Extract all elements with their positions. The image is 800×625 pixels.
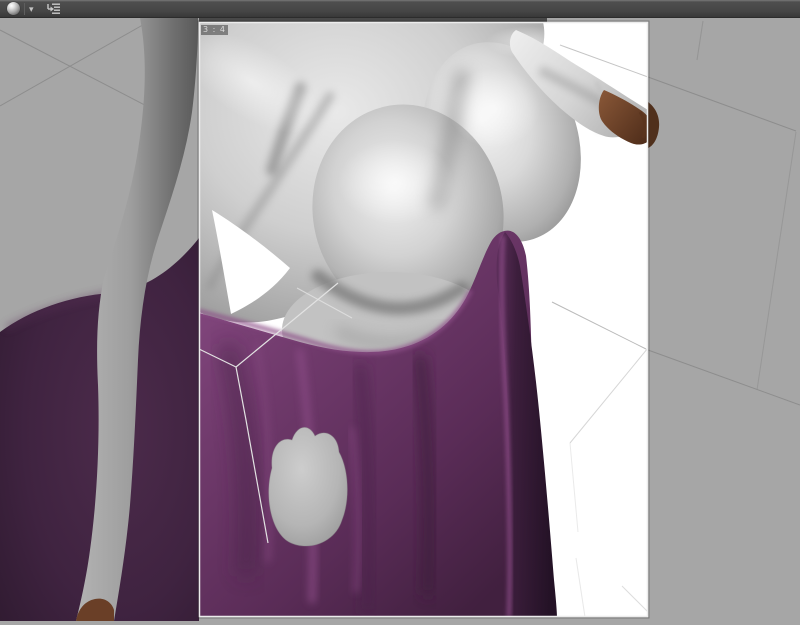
display-mode-dropdown[interactable]: ▾ (27, 1, 36, 17)
toolbar: ▾ (0, 0, 800, 18)
viewport-canvas[interactable] (0, 0, 800, 621)
shaded-sphere-icon (7, 2, 20, 15)
display-mode-button[interactable] (5, 1, 22, 17)
scene-outline-icon (46, 3, 60, 14)
scene-outline-button[interactable] (44, 1, 63, 17)
toolbar-separator (24, 2, 25, 15)
chevron-down-icon: ▾ (29, 3, 34, 14)
viewport[interactable]: 3 : 4 (0, 0, 800, 621)
aspect-ratio-label: 3 : 4 (201, 25, 228, 35)
cloth-pokethrough-blob (268, 427, 348, 547)
